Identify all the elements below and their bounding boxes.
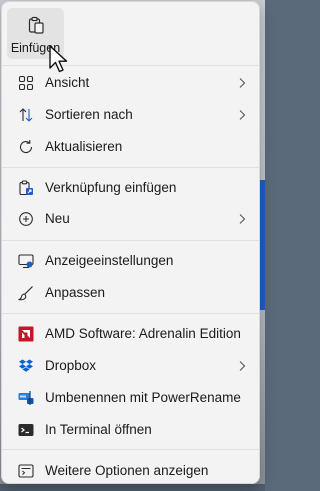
divider	[2, 240, 259, 241]
menu-item-aktualisieren[interactable]: Aktualisieren	[6, 132, 257, 162]
menu-item-ansicht[interactable]: Ansicht	[6, 68, 257, 98]
grid-view-icon	[18, 75, 34, 91]
menu-item-label: Sortieren nach	[45, 107, 133, 122]
menu-item-terminal[interactable]: In Terminal öffnen	[6, 415, 257, 445]
divider	[2, 65, 259, 66]
menu-item-powerrename[interactable]: Umbenennen mit PowerRename	[6, 383, 257, 413]
menu-item-dropbox[interactable]: Dropbox	[6, 351, 257, 381]
menu-item-anzeigeeinstellungen[interactable]: Anzeigeeinstellungen	[6, 246, 257, 276]
quick-action-bar: Einfügen	[2, 2, 259, 62]
menu-item-label: Neu	[45, 211, 70, 226]
menu-item-verknuepfung-einfuegen[interactable]: Verknüpfung einfügen	[6, 173, 257, 203]
paintbrush-icon	[18, 286, 33, 301]
menu-item-label: Anpassen	[45, 285, 106, 300]
mouse-cursor-icon	[49, 45, 68, 73]
clipboard-paste-icon	[28, 16, 44, 34]
menu-item-weitere-optionen[interactable]: Weitere Optionen anzeigen	[6, 456, 257, 483]
context-menu: Einfügen Ansicht Sortieren nach Aktualis…	[1, 1, 260, 484]
menu-item-label: Verknüpfung einfügen	[45, 180, 177, 195]
sort-arrows-icon	[19, 108, 33, 122]
menu-item-label: AMD Software: Adrenalin Edition	[45, 326, 241, 341]
menu-item-neu[interactable]: Neu	[6, 204, 257, 234]
menu-item-label: Dropbox	[45, 358, 97, 373]
dropbox-icon	[19, 359, 33, 372]
amd-logo-icon	[18, 326, 34, 342]
chevron-right-icon	[239, 361, 246, 371]
menu-item-label: Umbenennen mit PowerRename	[45, 390, 241, 405]
powerrename-icon	[18, 391, 34, 405]
refresh-icon	[19, 140, 33, 154]
divider	[2, 449, 259, 450]
chevron-right-icon	[239, 78, 246, 88]
more-options-icon	[18, 464, 34, 478]
menu-item-label: In Terminal öffnen	[45, 422, 152, 437]
menu-item-sortieren-nach[interactable]: Sortieren nach	[6, 100, 257, 130]
menu-item-anpassen[interactable]: Anpassen	[6, 278, 257, 308]
paste-shortcut-icon	[19, 180, 33, 196]
menu-item-label: Aktualisieren	[45, 139, 123, 154]
menu-item-label: Ansicht	[45, 75, 90, 90]
chevron-right-icon	[239, 214, 246, 224]
desktop-taskbar-edge	[0, 484, 265, 491]
menu-item-amd-software[interactable]: AMD Software: Adrenalin Edition	[6, 319, 257, 349]
plus-circle-icon	[19, 212, 33, 226]
divider	[2, 167, 259, 168]
terminal-icon	[18, 424, 34, 436]
divider	[2, 313, 259, 314]
chevron-right-icon	[239, 110, 246, 120]
menu-item-label: Weitere Optionen anzeigen	[45, 463, 209, 478]
display-icon	[18, 254, 34, 269]
menu-item-label: Anzeigeeinstellungen	[45, 253, 174, 268]
